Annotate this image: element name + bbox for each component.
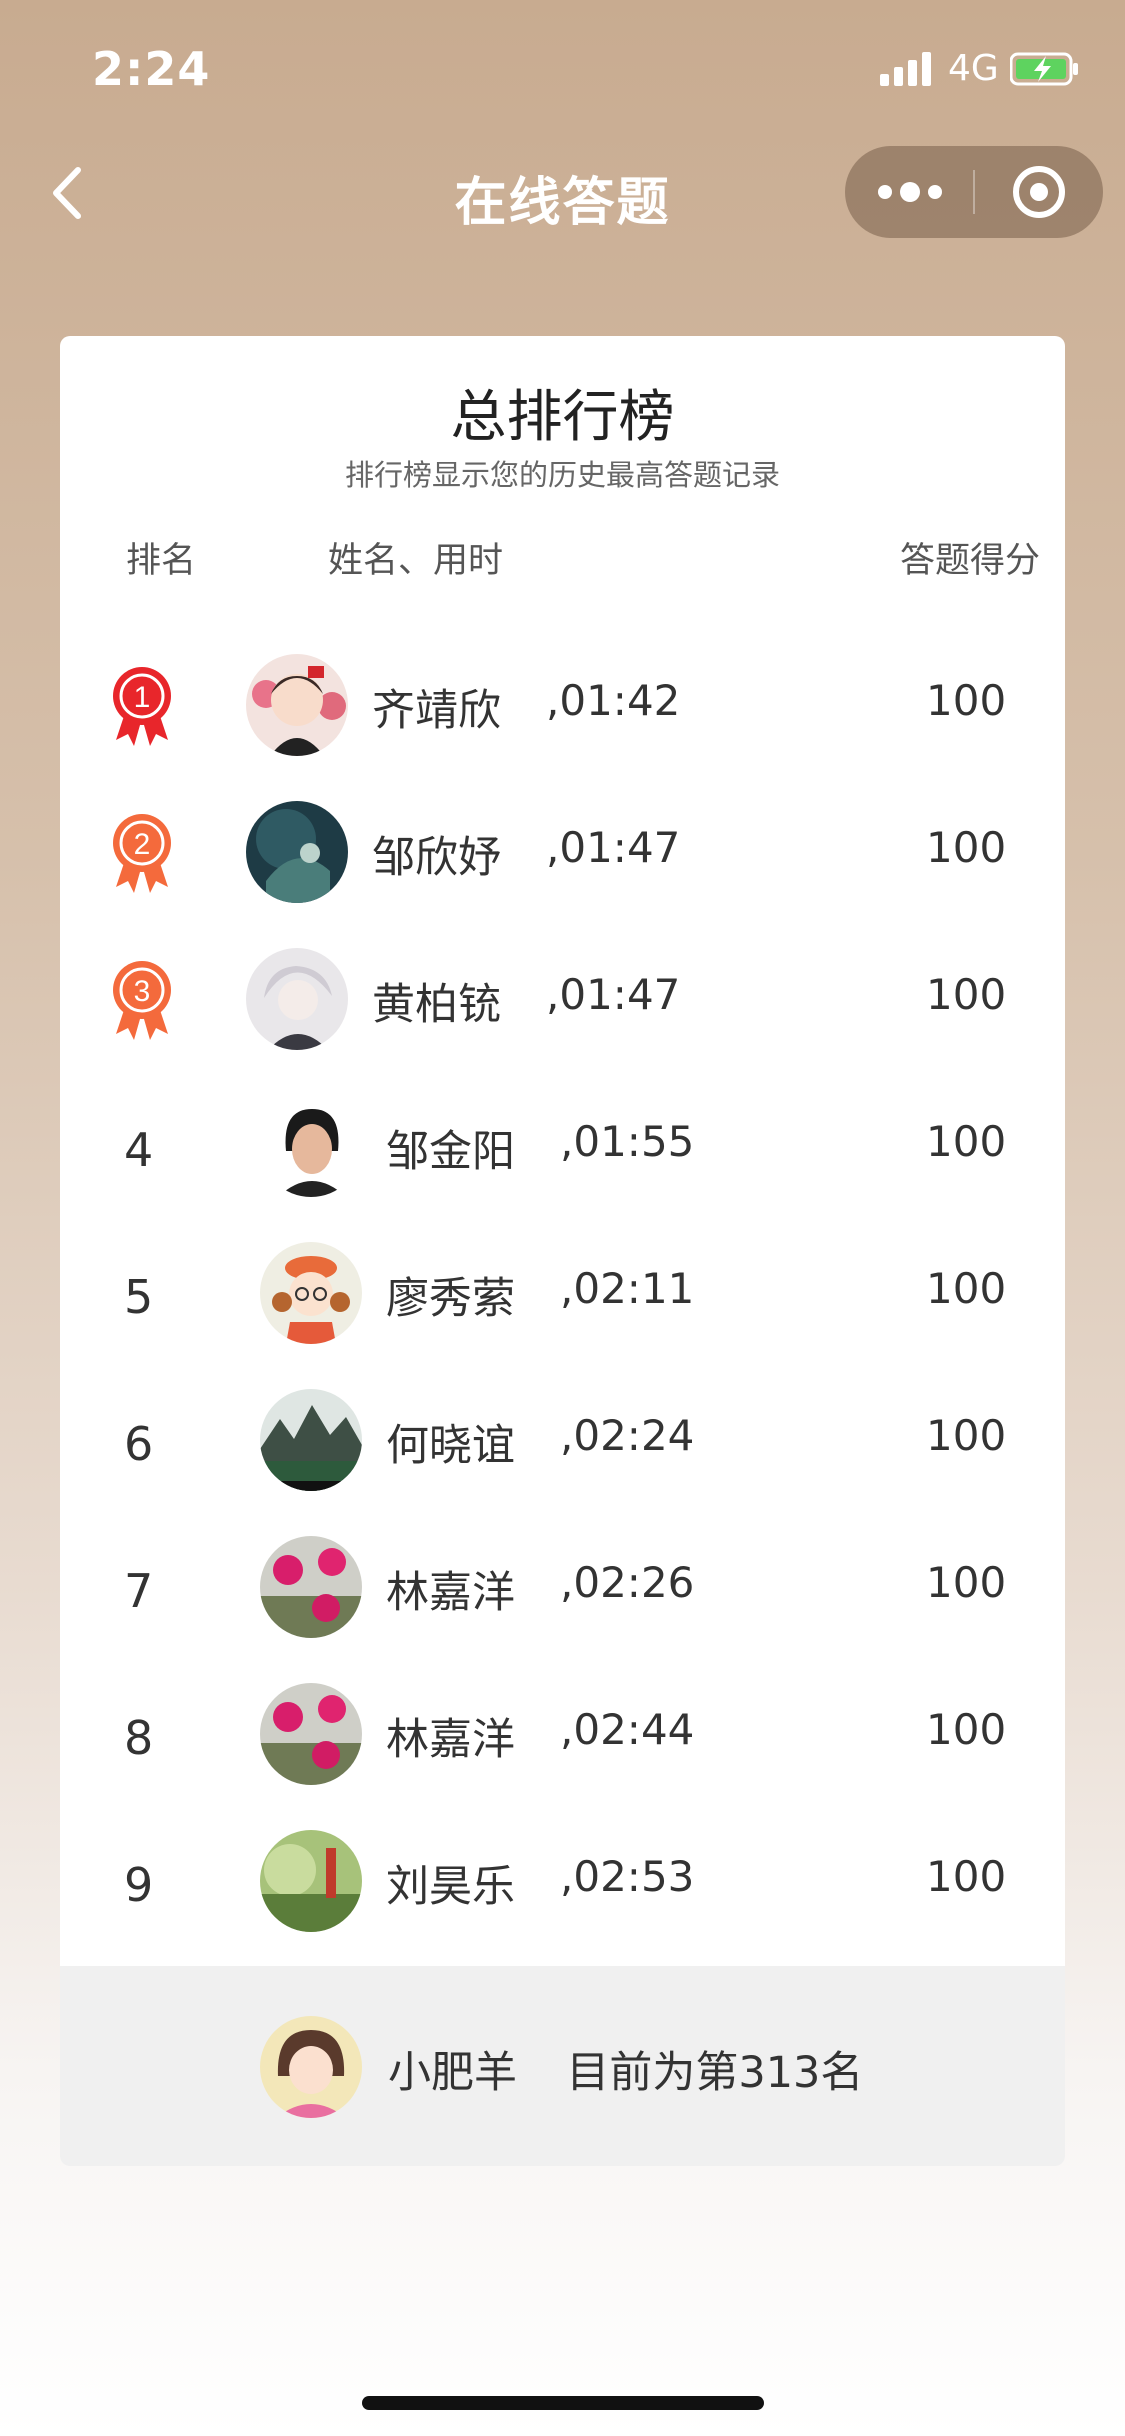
- avatar: [260, 1683, 362, 1785]
- player-time: ,02:24: [560, 1411, 695, 1460]
- player-name: 林嘉洋: [386, 1715, 515, 1765]
- player-time: ,02:26: [560, 1558, 695, 1607]
- rank-number: 9: [124, 1858, 154, 1912]
- avatar: [246, 948, 348, 1050]
- player-time: ,02:44: [560, 1705, 695, 1754]
- silver-medal-icon: 2: [113, 814, 171, 893]
- bronze-medal-icon: 3: [113, 961, 171, 1040]
- player-score: 100: [926, 676, 1007, 725]
- column-header-score: 答题得分: [900, 541, 1041, 581]
- player-score: 100: [926, 970, 1007, 1019]
- avatar: [260, 1830, 362, 1932]
- player-time: ,01:42: [546, 676, 681, 725]
- leaderboard-row: 3 黄柏铳 ,01:47 100: [60, 946, 1065, 1093]
- column-header-name-time: 姓名、用时: [328, 541, 504, 581]
- player-time: ,02:11: [560, 1264, 695, 1313]
- my-rank-footer: 小肥羊 目前为第313名: [60, 1966, 1065, 2166]
- avatar: [260, 1389, 362, 1491]
- column-header-rank: 排名: [126, 541, 197, 581]
- more-options-button[interactable]: [845, 146, 973, 238]
- player-score: 100: [926, 823, 1007, 872]
- status-bar: 2:24 4G: [0, 0, 1125, 140]
- leaderboard-row: 8 林嘉洋 ,02:44 100: [60, 1681, 1065, 1828]
- player-score: 100: [926, 1558, 1007, 1607]
- avatar: [246, 654, 348, 756]
- my-rank-text: 小肥羊 目前为第313名: [388, 2038, 863, 2100]
- player-score: 100: [926, 1852, 1007, 1901]
- rank-number: 6: [124, 1417, 154, 1471]
- player-name: 何晓谊: [386, 1421, 515, 1471]
- player-time: ,01:47: [546, 823, 681, 872]
- leaderboard-row: 6 何晓谊 ,02:24 100: [60, 1387, 1065, 1534]
- player-name: 邹金阳: [386, 1127, 515, 1177]
- rank-number: 4: [124, 1123, 154, 1177]
- svg-text:3: 3: [134, 975, 151, 1008]
- avatar: [260, 1242, 362, 1344]
- close-mini-program-button[interactable]: [975, 146, 1103, 238]
- my-avatar: [260, 2016, 362, 2118]
- leaderboard-subtitle: 排行榜显示您的历史最高答题记录: [344, 458, 780, 492]
- leaderboard-row: 7 林嘉洋 ,02:26 100: [60, 1534, 1065, 1681]
- rank-number: 8: [124, 1711, 154, 1765]
- player-name: 齐靖欣: [372, 686, 501, 736]
- player-name: 林嘉洋: [386, 1568, 515, 1618]
- network-type: 4G: [948, 48, 999, 89]
- leaderboard-row: 2 邹欣妤 ,01:47 100: [60, 799, 1065, 946]
- avatar: [246, 801, 348, 903]
- player-name: 黄柏铳: [372, 980, 501, 1030]
- leaderboard-row: 9 刘昊乐 ,02:53 100: [60, 1828, 1065, 1975]
- leaderboard-row: 5 廖秀萦 ,02:11 100: [60, 1240, 1065, 1387]
- avatar: [260, 1095, 362, 1197]
- avatar: [260, 1536, 362, 1638]
- player-time: ,01:47: [546, 970, 681, 1019]
- player-score: 100: [926, 1264, 1007, 1313]
- cellular-signal-icon: [880, 52, 931, 86]
- player-time: ,02:53: [560, 1852, 695, 1901]
- player-name: 廖秀萦: [386, 1274, 515, 1324]
- player-score: 100: [926, 1705, 1007, 1754]
- player-score: 100: [926, 1411, 1007, 1460]
- leaderboard-row: 1 齐靖欣 ,01:42 100: [60, 652, 1065, 799]
- svg-text:1: 1: [134, 681, 151, 714]
- gold-medal-icon: 1: [113, 667, 171, 746]
- mini-program-capsule: [845, 146, 1103, 238]
- leaderboard-title: 总排行榜: [450, 385, 675, 450]
- my-rank-status: 目前为第313名: [566, 2048, 864, 2098]
- leaderboard-row: 4 邹金阳 ,01:55 100: [60, 1093, 1065, 1240]
- player-score: 100: [926, 1117, 1007, 1166]
- battery-charging-icon: [1010, 52, 1078, 86]
- rank-number: 7: [124, 1564, 154, 1618]
- leaderboard-card: 总排行榜 排行榜显示您的历史最高答题记录 排名 姓名、用时 答题得分 1 齐靖欣…: [60, 336, 1065, 2166]
- rank-number: 5: [124, 1270, 154, 1324]
- player-time: ,01:55: [560, 1117, 695, 1166]
- home-indicator: [362, 2396, 764, 2410]
- player-name: 刘昊乐: [386, 1862, 515, 1912]
- player-name: 邹欣妤: [372, 833, 501, 883]
- status-time: 2:24: [92, 42, 211, 96]
- svg-text:2: 2: [134, 828, 151, 861]
- my-name: 小肥羊: [388, 2048, 517, 2098]
